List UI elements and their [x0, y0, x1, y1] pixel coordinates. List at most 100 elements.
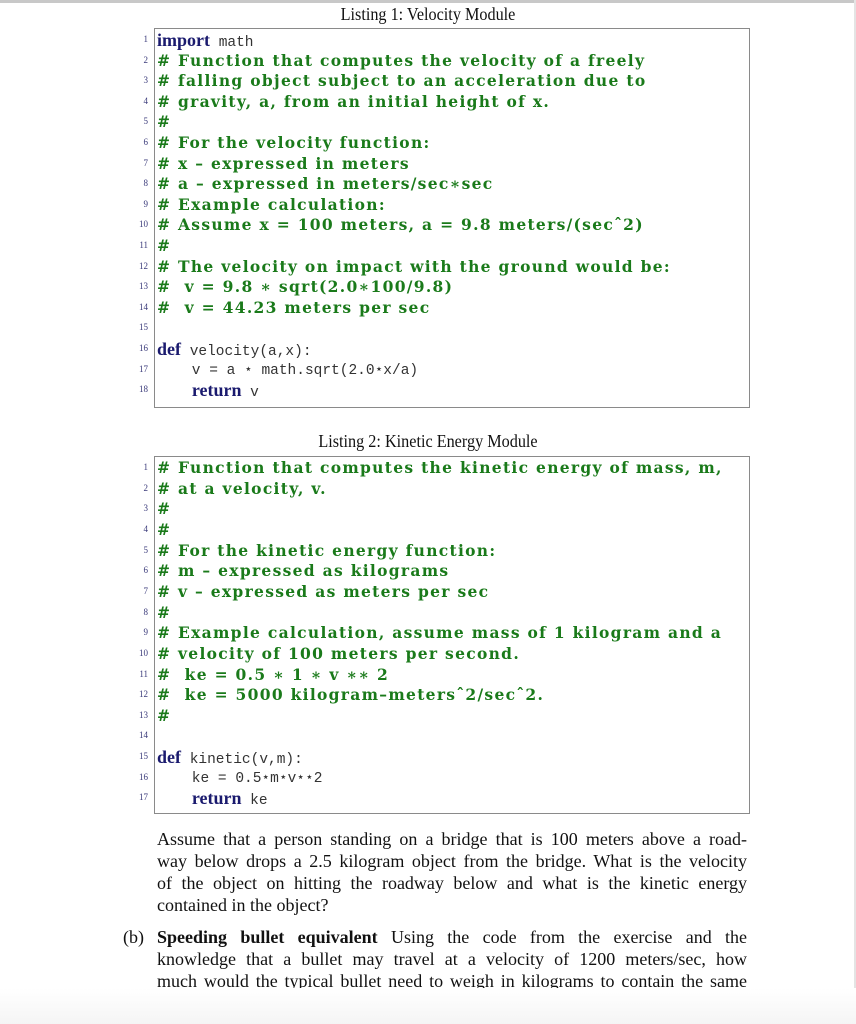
line-number: 14	[139, 730, 148, 741]
code-line: # v – expressed as meters per sec	[157, 582, 489, 603]
part-b-paragraph: Speeding bullet equivalent Using the cod…	[157, 926, 747, 992]
line-number: 6	[143, 137, 149, 147]
code-line: #	[157, 706, 171, 727]
line-number: 8	[143, 606, 149, 617]
part-b-label: (b)	[123, 927, 144, 947]
code-comment: # For the velocity function:	[157, 133, 431, 152]
code-line: # a – expressed in meters/sec∗sec	[157, 174, 494, 195]
code-text: velocity(a,x):	[181, 344, 312, 360]
part-b-first-line-text: Using the code from the exercise and the	[390, 927, 748, 947]
code-line: # ke = 0.5 ∗ 1 ∗ v ∗∗ 2	[157, 665, 389, 686]
code-comment: # x – expressed in meters	[157, 153, 410, 173]
code-text: math	[210, 35, 254, 51]
page-top-border	[0, 0, 856, 3]
code-line: v = a ⋆ math.sqrt(2.0⋆x/a)	[157, 360, 418, 381]
code-text: ke = 0.5⋆m⋆v⋆⋆2	[157, 770, 323, 787]
code-keyword: def	[157, 339, 181, 359]
line-number: 2	[143, 482, 149, 493]
code-line: import math	[157, 30, 254, 51]
code-line: # For the velocity function:	[157, 133, 431, 154]
code-line: #	[157, 603, 171, 624]
question-paragraph: Assume that a person standing on a bridg…	[157, 828, 747, 916]
code-comment: # Assume x = 100 meters, a = 9.8 meters/…	[157, 215, 644, 235]
listing-1-caption: Listing 1: Velocity Module	[340, 4, 516, 24]
line-number: 11	[139, 668, 148, 679]
code-line: #	[157, 520, 171, 541]
code-line: # Function that computes the velocity of…	[157, 51, 645, 72]
code-comment: # falling object subject to an accelerat…	[157, 71, 647, 91]
question-line: contained in the object?	[157, 895, 329, 915]
code-line: #	[157, 499, 171, 520]
line-number: 10	[139, 647, 148, 658]
code-comment: # For the kinetic energy function:	[157, 540, 497, 560]
line-number: 10	[139, 219, 148, 230]
code-line: # m – expressed as kilograms	[157, 561, 449, 582]
code-line: # The velocity on impact with the ground…	[157, 257, 671, 278]
code-line: # Function that computes the kinetic ene…	[157, 458, 723, 479]
code-text: v = a ⋆ math.sqrt(2.0⋆x/a)	[157, 362, 419, 379]
code-comment: # m – expressed as kilograms	[157, 561, 450, 581]
question-line: way below drops a 2.5 kilogram object fr…	[157, 851, 747, 871]
code-comment: # ke = 5000 kilogram–metersˆ2/secˆ2.	[157, 685, 545, 705]
code-line: # Example calculation, assume mass of 1 …	[157, 623, 722, 644]
line-number: 14	[139, 301, 148, 312]
line-number: 12	[139, 260, 148, 271]
line-number: 1	[143, 462, 149, 472]
code-line: # For the kinetic energy function:	[157, 541, 496, 562]
line-number: 11	[139, 240, 148, 250]
line-number: 17	[139, 792, 148, 803]
code-text: v	[241, 385, 259, 402]
code-line: # Assume x = 100 meters, a = 9.8 meters/…	[157, 215, 644, 236]
line-number: 9	[143, 627, 149, 638]
code-comment: # v = 9.8 ∗ sqrt(2.0∗100/9.8)	[157, 277, 454, 297]
line-number: 7	[143, 157, 149, 168]
code-comment: # velocity of 100 meters per second.	[157, 643, 521, 663]
code-comment: # at a velocity, v.	[157, 478, 327, 498]
line-number: 4	[143, 95, 149, 106]
code-text: kinetic(v,m):	[181, 752, 303, 769]
part-b-line: knowledge that a bullet may travel at a …	[157, 949, 747, 969]
code-comment: #	[157, 519, 172, 539]
line-number: 7	[143, 585, 149, 596]
code-line: # v = 44.23 meters per sec	[157, 298, 430, 319]
code-line: # gravity, a, from an initial height of …	[157, 92, 550, 113]
code-line: # x – expressed in meters	[157, 154, 410, 175]
code-comment: # Example calculation:	[157, 194, 386, 214]
code-comment: # gravity, a, from an initial height of …	[157, 91, 551, 111]
line-number: 4	[143, 523, 149, 534]
code-comment: #	[157, 236, 172, 255]
line-number: 6	[143, 565, 149, 576]
code-comment: # a – expressed in meters/sec∗sec	[157, 174, 494, 194]
line-number: 3	[143, 75, 149, 86]
code-line: def velocity(a,x):	[157, 339, 312, 360]
listing-2-caption: Listing 2: Kinetic Energy Module	[318, 431, 538, 451]
line-number: 15	[139, 751, 148, 762]
code-line: # falling object subject to an accelerat…	[157, 71, 646, 92]
question-line: of the object on hitting the roadway bel…	[157, 873, 747, 893]
code-line: # v = 9.8 ∗ sqrt(2.0∗100/9.8)	[157, 277, 453, 298]
line-number: 5	[143, 544, 149, 555]
code-line: # at a velocity, v.	[157, 479, 327, 500]
line-number: 8	[143, 178, 149, 189]
code-comment: # Function that computes the kinetic ene…	[157, 458, 723, 477]
code-keyword: return	[191, 380, 242, 401]
code-comment: #	[157, 499, 172, 519]
line-number: 12	[139, 689, 148, 700]
code-keyword: return	[191, 788, 242, 809]
line-number: 3	[143, 503, 149, 514]
line-number: 13	[139, 709, 148, 720]
line-number: 16	[139, 343, 148, 353]
code-keyword: import	[157, 30, 210, 50]
code-comment: # v – expressed as meters per sec	[157, 581, 490, 601]
line-number: 18	[139, 384, 148, 395]
question-line: Assume that a person standing on a bridg…	[157, 829, 747, 849]
code-line: return ke	[157, 788, 268, 809]
line-number: 1	[143, 34, 149, 44]
code-text: ke	[241, 793, 268, 810]
code-comment: # The velocity on impact with the ground…	[157, 256, 671, 276]
part-b-title: Speeding bullet equivalent	[157, 927, 378, 947]
code-comment: #	[157, 112, 172, 132]
part-b-first-line: Speeding bullet equivalent Using the cod…	[157, 926, 747, 948]
line-number: 16	[139, 771, 148, 782]
